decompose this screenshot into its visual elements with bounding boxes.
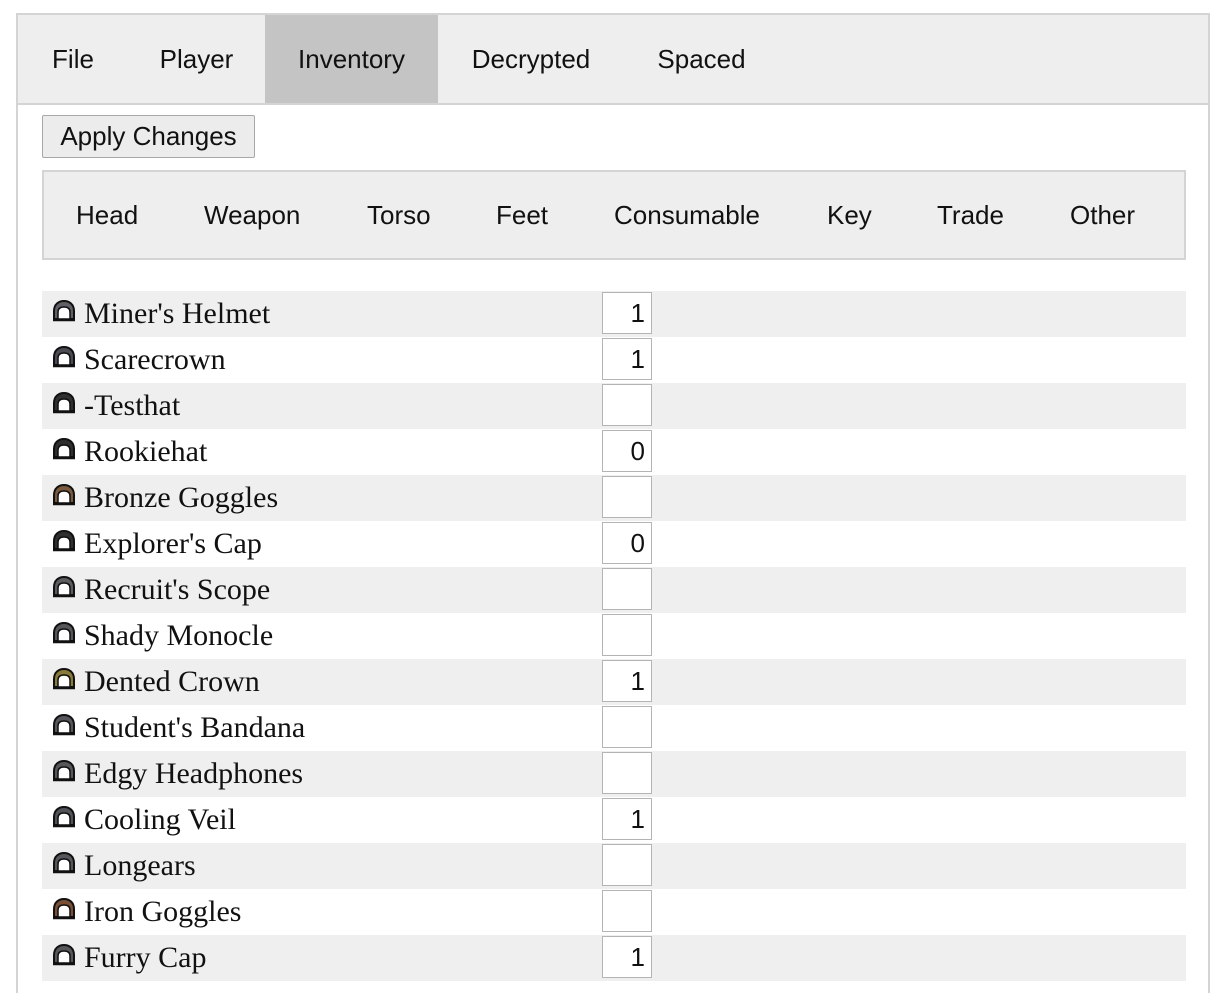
item-name: Scarecrown [84,343,226,376]
head-gear-icon [51,851,77,875]
item-quantity-input[interactable] [602,660,652,702]
inventory-editor-panel: File Player Inventory Decrypted Spaced A… [16,13,1210,993]
item-name: Furry Cap [84,941,207,974]
item-row: Recruit's Scope [42,567,1186,613]
category-tab-other[interactable]: Other [1070,172,1135,258]
item-quantity-input[interactable] [602,522,652,564]
category-tab-weapon[interactable]: Weapon [204,172,300,258]
category-tab-key[interactable]: Key [827,172,872,258]
item-row: Dented Crown [42,659,1186,705]
item-quantity-input[interactable] [602,890,652,932]
item-row: Bronze Goggles [42,475,1186,521]
head-gear-icon [51,713,77,737]
item-quantity-input[interactable] [602,614,652,656]
item-name: Miner's Helmet [84,297,271,330]
item-row: Explorer's Cap [42,521,1186,567]
category-tab-bar: Head Weapon Torso Feet Consumable Key Tr… [42,170,1186,260]
head-gear-icon [51,667,77,691]
head-gear-icon [51,345,77,369]
item-quantity-input[interactable] [602,568,652,610]
item-quantity-input[interactable] [602,844,652,886]
head-gear-icon [51,299,77,323]
main-tab-bar: File Player Inventory Decrypted Spaced [18,15,1208,105]
item-row: Student's Bandana [42,705,1186,751]
item-row: Scarecrown [42,337,1186,383]
item-name: Rookiehat [84,435,208,468]
item-name: Bronze Goggles [84,481,279,514]
category-tab-consumable[interactable]: Consumable [614,172,760,258]
item-row: Iron Goggles [42,889,1186,935]
item-name: Iron Goggles [84,895,242,928]
item-list: Miner's Helmet Scarecrown -Testhat Rookieha… [42,291,1186,981]
item-name: Student's Bandana [84,711,306,744]
item-quantity-input[interactable] [602,706,652,748]
head-gear-icon [51,437,77,461]
category-tab-feet[interactable]: Feet [496,172,548,258]
item-name: Cooling Veil [84,803,236,836]
category-tab-trade[interactable]: Trade [937,172,1004,258]
tab-decrypted[interactable]: Decrypted [438,15,624,103]
item-name: -Testhat [84,389,181,422]
item-name: Edgy Headphones [84,757,304,790]
item-name: Dented Crown [84,665,260,698]
item-row: Shady Monocle [42,613,1186,659]
item-name: Explorer's Cap [84,527,262,560]
item-row: Cooling Veil [42,797,1186,843]
item-row: Edgy Headphones [42,751,1186,797]
head-gear-icon [51,483,77,507]
head-gear-icon [51,621,77,645]
item-row: Longears [42,843,1186,889]
item-row: Miner's Helmet [42,291,1186,337]
item-quantity-input[interactable] [602,292,652,334]
item-quantity-input[interactable] [602,338,652,380]
item-quantity-input[interactable] [602,430,652,472]
head-gear-icon [51,759,77,783]
item-quantity-input[interactable] [602,936,652,978]
head-gear-icon [51,943,77,967]
head-gear-icon [51,529,77,553]
head-gear-icon [51,575,77,599]
apply-changes-button[interactable]: Apply Changes [42,115,255,158]
item-row: Rookiehat [42,429,1186,475]
item-row: Furry Cap [42,935,1186,981]
item-name: Longears [84,849,196,882]
item-quantity-input[interactable] [602,752,652,794]
item-row: -Testhat [42,383,1186,429]
item-quantity-input[interactable] [602,384,652,426]
head-gear-icon [51,805,77,829]
item-quantity-input[interactable] [602,798,652,840]
item-quantity-input[interactable] [602,476,652,518]
head-gear-icon [51,897,77,921]
item-name: Recruit's Scope [84,573,271,606]
tab-file[interactable]: File [18,15,128,103]
category-tab-torso[interactable]: Torso [367,172,431,258]
category-tab-head[interactable]: Head [76,172,138,258]
tab-player[interactable]: Player [128,15,265,103]
head-gear-icon [51,391,77,415]
tab-inventory[interactable]: Inventory [265,15,438,103]
tab-spaced[interactable]: Spaced [624,15,779,103]
item-name: Shady Monocle [84,619,274,652]
